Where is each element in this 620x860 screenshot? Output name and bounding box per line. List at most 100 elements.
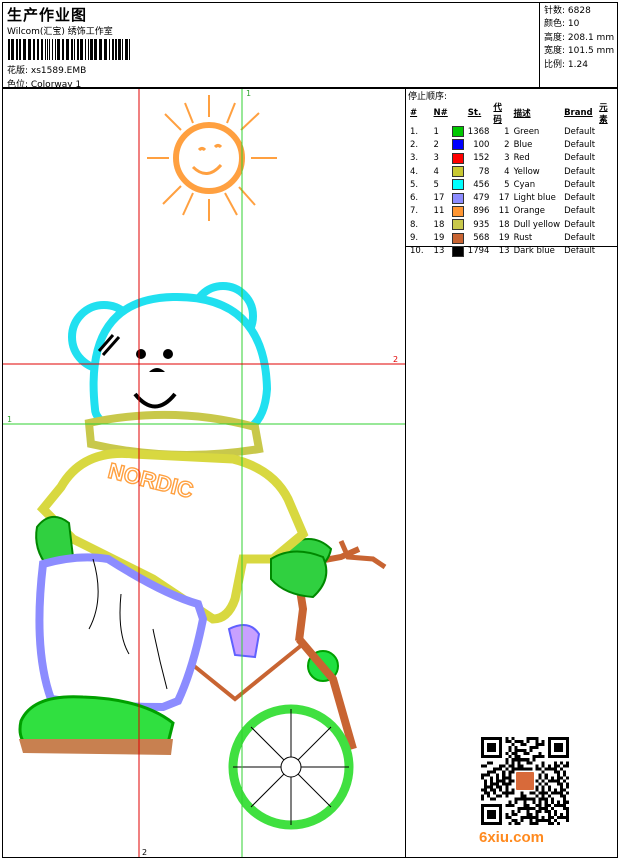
guide-label-red-vertical: 2: [142, 848, 147, 857]
row-description: Dark blue: [513, 246, 555, 257]
row-description: Yellow: [513, 166, 540, 177]
row-index: 10.: [410, 246, 424, 257]
row-brand: Default: [564, 139, 596, 150]
company-name: Wilcom(汇宝) 绣饰工作室: [7, 27, 113, 37]
design-name: 花版: xs1589.EMB: [7, 66, 87, 76]
row-index: 2.: [410, 139, 419, 150]
col-stitches: St.: [467, 108, 482, 118]
bear-motif: NORDIC: [18, 282, 328, 755]
row-stitches: 78: [478, 166, 490, 177]
row-brand: Default: [564, 193, 596, 204]
col-needle: N#: [433, 108, 448, 118]
embroidery-preview: NORDIC 1 2 1 2: [3, 89, 405, 857]
row-description: Light blue: [513, 193, 556, 204]
color-swatch: [451, 205, 464, 217]
color-swatch: [451, 126, 464, 138]
row-element: [597, 138, 617, 151]
row-stitches: 1368: [467, 126, 490, 137]
barcode: [8, 39, 130, 60]
col-element: 元素: [599, 103, 608, 125]
color-swatch: [451, 179, 464, 191]
page-title: 生产作业图: [7, 6, 88, 24]
row-needle: 1: [433, 126, 439, 137]
row-needle: 11: [433, 206, 445, 217]
guide-label-green-horizontal: 1: [7, 415, 12, 424]
row-brand: Default: [564, 153, 596, 164]
row-swatch: [450, 218, 466, 231]
row-brand: Default: [564, 246, 596, 257]
row-swatch: [450, 191, 466, 204]
row-element: [597, 152, 617, 165]
row-code: 17: [498, 193, 510, 204]
side-panel: 停止顺序: # N# St. 代码 描述 Brand 元素 1. 1 1368 1 Gr…: [405, 88, 618, 858]
table-row: 7. 11 896 11 Orange Default: [408, 205, 617, 218]
row-element: [597, 178, 617, 191]
row-index: 6.: [410, 193, 419, 204]
guide-label-red-horizontal: 2: [393, 355, 398, 364]
row-brand: Default: [564, 126, 596, 137]
row-element: [597, 231, 617, 244]
row-code: 11: [498, 206, 510, 217]
header-panel: 生产作业图 Wilcom(汇宝) 绣饰工作室 花版: xs1589.EMB 色位…: [2, 2, 618, 90]
table-row: 9. 19 568 19 Rust Default: [408, 231, 617, 244]
row-needle: 18: [433, 219, 445, 230]
row-brand: Default: [564, 166, 596, 177]
row-stitches: 1794: [467, 246, 490, 257]
row-code: 19: [498, 233, 510, 244]
row-stitches: 479: [473, 193, 490, 204]
row-needle: 13: [433, 246, 445, 257]
row-swatch: [450, 152, 466, 165]
row-swatch: [450, 125, 466, 138]
row-description: Red: [513, 153, 530, 164]
header-divider: [539, 3, 540, 87]
row-description: Blue: [513, 139, 533, 150]
table-row: 1. 1 1368 1 Green Default: [408, 125, 617, 138]
color-swatch: [451, 152, 464, 164]
row-stitches: 100: [473, 139, 490, 150]
row-code: 13: [498, 246, 510, 257]
row-stitches: 456: [473, 179, 490, 190]
row-brand: Default: [564, 219, 596, 230]
stop-sequence-table: # N# St. 代码 描述 Brand 元素 1. 1 1368 1 Green Def…: [408, 101, 617, 258]
stat-stitches: 针数: 6828: [544, 6, 591, 16]
row-stitches: 935: [473, 219, 490, 230]
table-row: 8. 18 935 18 Dull yellow Default: [408, 218, 617, 231]
table-row: 3. 3 152 3 Red Default: [408, 152, 617, 165]
row-brand: Default: [564, 233, 596, 244]
stat-height: 高度: 208.1 mm: [544, 32, 615, 43]
row-element: [597, 245, 617, 258]
row-description: Dull yellow: [513, 219, 561, 230]
stop-sequence-panel: 停止顺序: # N# St. 代码 描述 Brand 元素 1. 1 1368 1 Gr…: [406, 89, 617, 257]
col-swatch: [450, 101, 466, 125]
row-index: 3.: [410, 153, 419, 164]
row-code: 4: [504, 166, 510, 177]
row-description: Orange: [513, 206, 545, 217]
design-stats: 针数: 6828 颜色: 10 高度: 208.1 mm 宽度: 101.5 m…: [544, 5, 614, 72]
table-row: 2. 2 100 2 Blue Default: [408, 138, 617, 151]
color-swatch: [451, 139, 464, 151]
row-index: 5.: [410, 179, 419, 190]
design-canvas: NORDIC 1 2 1 2: [2, 88, 406, 858]
row-element: [597, 205, 617, 218]
row-description: Rust: [513, 233, 533, 244]
col-code: 代码: [493, 103, 502, 125]
guide-label-green-vertical: 1: [246, 89, 251, 98]
row-needle: 4: [433, 166, 439, 177]
color-swatch: [451, 232, 464, 244]
row-needle: 2: [433, 139, 439, 150]
row-brand: Default: [564, 179, 596, 190]
row-needle: 17: [433, 193, 445, 204]
row-description: Green: [513, 126, 540, 137]
row-needle: 19: [433, 233, 445, 244]
col-description: 描述: [513, 109, 531, 119]
row-swatch: [450, 205, 466, 218]
stat-colors: 颜色: 10: [544, 19, 580, 30]
row-index: 8.: [410, 219, 419, 230]
row-code: 5: [504, 179, 510, 190]
col-brand: Brand: [564, 108, 593, 118]
row-stitches: 568: [473, 233, 490, 244]
row-description: Cyan: [513, 179, 536, 190]
watermark-text: 6xiu.com: [479, 829, 545, 846]
color-swatch: [451, 166, 464, 178]
row-brand: Default: [564, 206, 596, 217]
